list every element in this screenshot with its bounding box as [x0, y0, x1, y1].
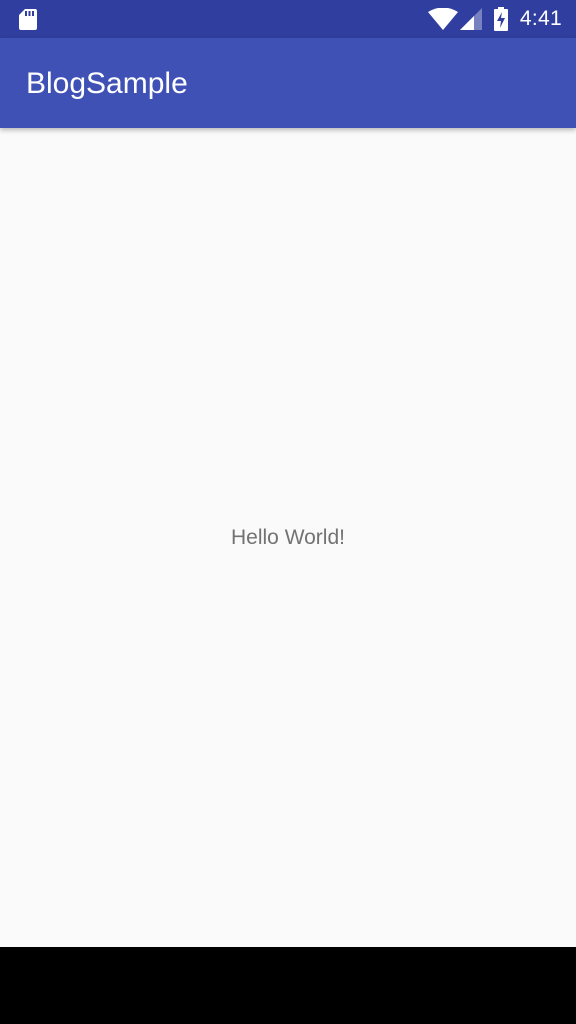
app-toolbar: BlogSample — [0, 38, 576, 128]
wifi-icon — [427, 8, 458, 30]
app-title: BlogSample — [26, 67, 188, 100]
battery-charging-icon — [493, 7, 508, 31]
hello-world-text: Hello World! — [231, 526, 345, 549]
main-content: Hello World! — [0, 128, 576, 947]
status-bar: 4:41 — [0, 0, 576, 38]
sd-card-icon — [19, 9, 37, 30]
app-screen: 4:41 BlogSample Hello World! — [0, 0, 576, 1024]
status-icons-group: 4:41 — [427, 0, 562, 38]
status-clock: 4:41 — [519, 7, 562, 30]
cell-signal-icon — [459, 8, 482, 30]
navigation-bar — [0, 947, 576, 1024]
